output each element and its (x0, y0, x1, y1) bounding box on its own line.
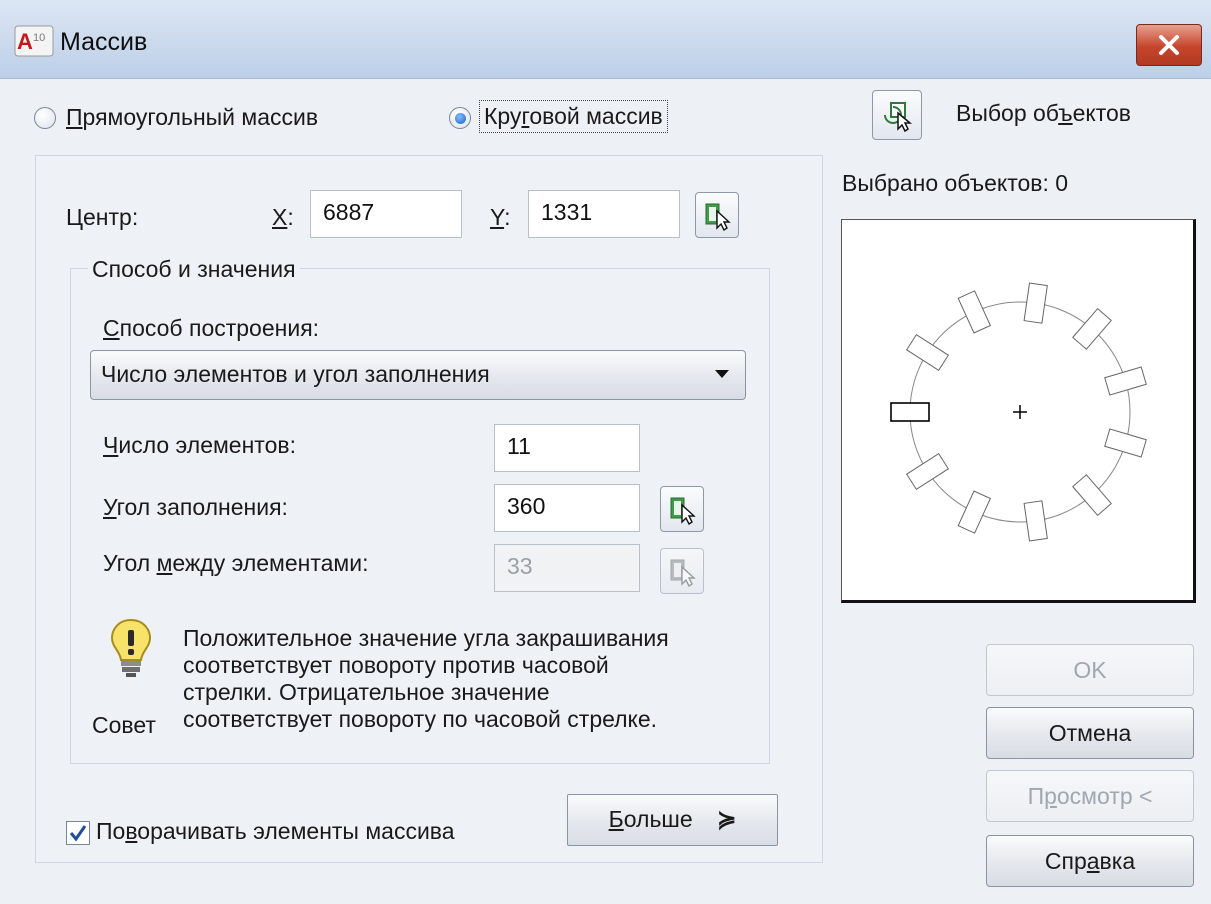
double-chevron-down-icon: ≽ (717, 806, 737, 832)
tip-caption: Совет (92, 712, 156, 738)
between-angle-label: Угол между элементами: (103, 550, 369, 576)
help-button[interactable]: Справка (986, 835, 1194, 887)
pick-point-icon (705, 203, 731, 231)
center-y-label: Y: (490, 204, 511, 230)
center-y-input[interactable]: 1331 (528, 190, 680, 238)
pick-point-icon (670, 559, 696, 587)
checkmark-icon (69, 825, 87, 842)
autocad-icon: A 10 (14, 24, 54, 58)
close-icon (1159, 35, 1179, 55)
preview-array-item (1023, 500, 1048, 542)
select-objects-label: Выбор объектов (956, 100, 1132, 126)
fill-angle-input[interactable]: 360 (494, 484, 640, 532)
preview-array-item (890, 402, 930, 422)
array-preview (841, 219, 1196, 603)
preview-array-item (1023, 282, 1048, 324)
rotate-items-label[interactable]: Поворачивать элементы массива (96, 818, 455, 845)
method-select-value: Число элементов и угол заполнения (101, 361, 490, 387)
select-objects-button[interactable] (872, 90, 922, 140)
selected-count: Выбрано объектов: 0 (842, 170, 1069, 196)
preview-array-item (957, 490, 992, 534)
rectangular-array-radio[interactable] (34, 107, 56, 129)
rectangular-array-label[interactable]: Прямоугольный массив (66, 104, 318, 131)
preview-center-mark (1013, 405, 1027, 419)
between-angle-input[interactable]: 33 (494, 544, 640, 592)
svg-text:10: 10 (33, 32, 45, 44)
preview-drawing (890, 282, 1147, 542)
center-x-input[interactable]: 6887 (310, 190, 462, 238)
center-x-label: X: (272, 204, 294, 230)
rotate-items-checkbox[interactable] (66, 821, 90, 845)
pick-center-button[interactable] (695, 192, 739, 238)
method-label: Способ построения: (103, 315, 320, 341)
polar-array-label[interactable]: Круговой массив (479, 100, 668, 133)
rectangular-array-text: рямоугольный массив (82, 104, 319, 130)
polar-array-radio[interactable] (449, 107, 471, 129)
preview-array-item (957, 290, 992, 334)
preview-array-item (1104, 366, 1147, 396)
preview-array-item (1104, 428, 1147, 458)
select-objects-icon (884, 102, 913, 133)
fill-angle-label: Угол заполнения: (103, 494, 288, 520)
close-button[interactable] (1136, 24, 1202, 66)
pick-point-icon (670, 497, 696, 525)
cancel-button[interactable]: Отмена (986, 707, 1194, 759)
preview-array-item (905, 333, 950, 372)
method-select[interactable]: Число элементов и угол заполнения (90, 350, 746, 400)
ok-button[interactable]: OK (986, 644, 1194, 696)
center-label: Центр: (66, 204, 139, 230)
items-count-label: Число элементов: (103, 432, 296, 458)
pick-between-angle-button[interactable] (660, 548, 704, 594)
svg-text:A: A (17, 29, 33, 54)
chevron-down-icon (715, 370, 729, 378)
tip-line: соответствует повороту по часовой стрелк… (183, 706, 658, 732)
tip-line: стрелки. Отрицательное значение (183, 679, 550, 705)
tip-line: Положительное значение угла закрашивания (183, 625, 669, 651)
method-group-title: Способ и значения (88, 256, 300, 283)
preview-button[interactable]: Просмотр < (986, 770, 1194, 822)
lightbulb-icon (106, 616, 156, 677)
window-title: Массив (60, 28, 148, 56)
more-button[interactable]: Больше ≽ (567, 794, 778, 846)
tip-line: соответствует повороту против часовой (183, 652, 609, 678)
title-bar[interactable]: A 10 Массив (0, 0, 1211, 79)
pick-fill-angle-button[interactable] (660, 486, 704, 532)
items-count-input[interactable]: 11 (494, 424, 640, 472)
preview-array-item (905, 452, 950, 491)
tip-text: Положительное значение угла закрашивания… (183, 625, 669, 733)
